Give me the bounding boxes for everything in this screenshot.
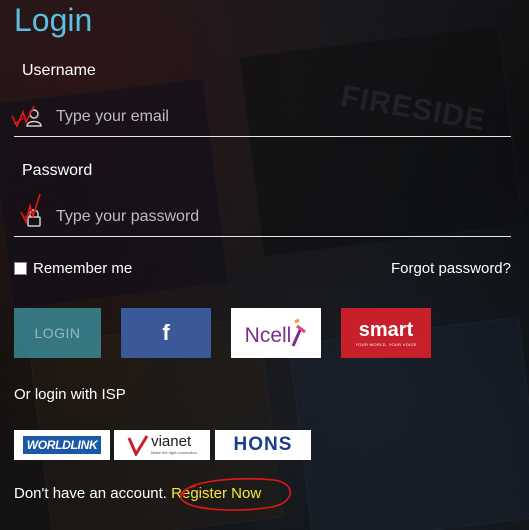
password-input[interactable]: [54, 204, 498, 230]
register-now-link[interactable]: Register Now: [171, 485, 261, 502]
lock-icon: [24, 208, 44, 228]
vianet-login-button[interactable]: vianet Make the right connection: [114, 430, 210, 460]
vianet-logo-icon: [127, 435, 149, 456]
ncell-login-button[interactable]: Ncell: [231, 308, 321, 358]
username-field: [14, 96, 511, 137]
ncell-logo-text: Ncell: [244, 324, 292, 347]
register-prompt: Don't have an account. Register Now: [14, 485, 261, 502]
username-label: Username: [22, 62, 96, 79]
facebook-icon: f: [162, 320, 170, 345]
password-label: Password: [22, 162, 93, 179]
page-title: Login: [14, 2, 93, 38]
remember-me-checkbox[interactable]: [14, 262, 27, 275]
smart-logo-text: smart: [358, 318, 414, 341]
worldlink-logo: WORLDLINK: [22, 436, 102, 454]
remember-me[interactable]: Remember me: [14, 260, 132, 277]
login-button[interactable]: LOGIN: [14, 308, 101, 358]
vianet-logo-text: vianet: [151, 433, 192, 450]
ncell-logo-icon: [291, 318, 307, 347]
remember-me-label: Remember me: [33, 260, 133, 277]
register-prefix: Don't have an account.: [14, 485, 172, 502]
username-input[interactable]: [54, 104, 498, 130]
password-field: [14, 196, 511, 237]
hons-logo: HONS: [233, 434, 293, 455]
hons-login-button[interactable]: HONS: [215, 430, 311, 460]
worldlink-login-button[interactable]: WORLDLINK: [14, 430, 110, 460]
forgot-password-link[interactable]: Forgot password?: [391, 260, 511, 277]
vianet-tagline: Make the right connection: [151, 450, 197, 455]
user-icon: [24, 108, 44, 128]
smart-tagline: YOUR WORLD. YOUR VOICE: [355, 341, 417, 347]
smart-login-button[interactable]: smart YOUR WORLD. YOUR VOICE: [341, 308, 431, 358]
isp-label: Or login with ISP: [14, 386, 126, 403]
facebook-login-button[interactable]: f: [121, 308, 211, 358]
